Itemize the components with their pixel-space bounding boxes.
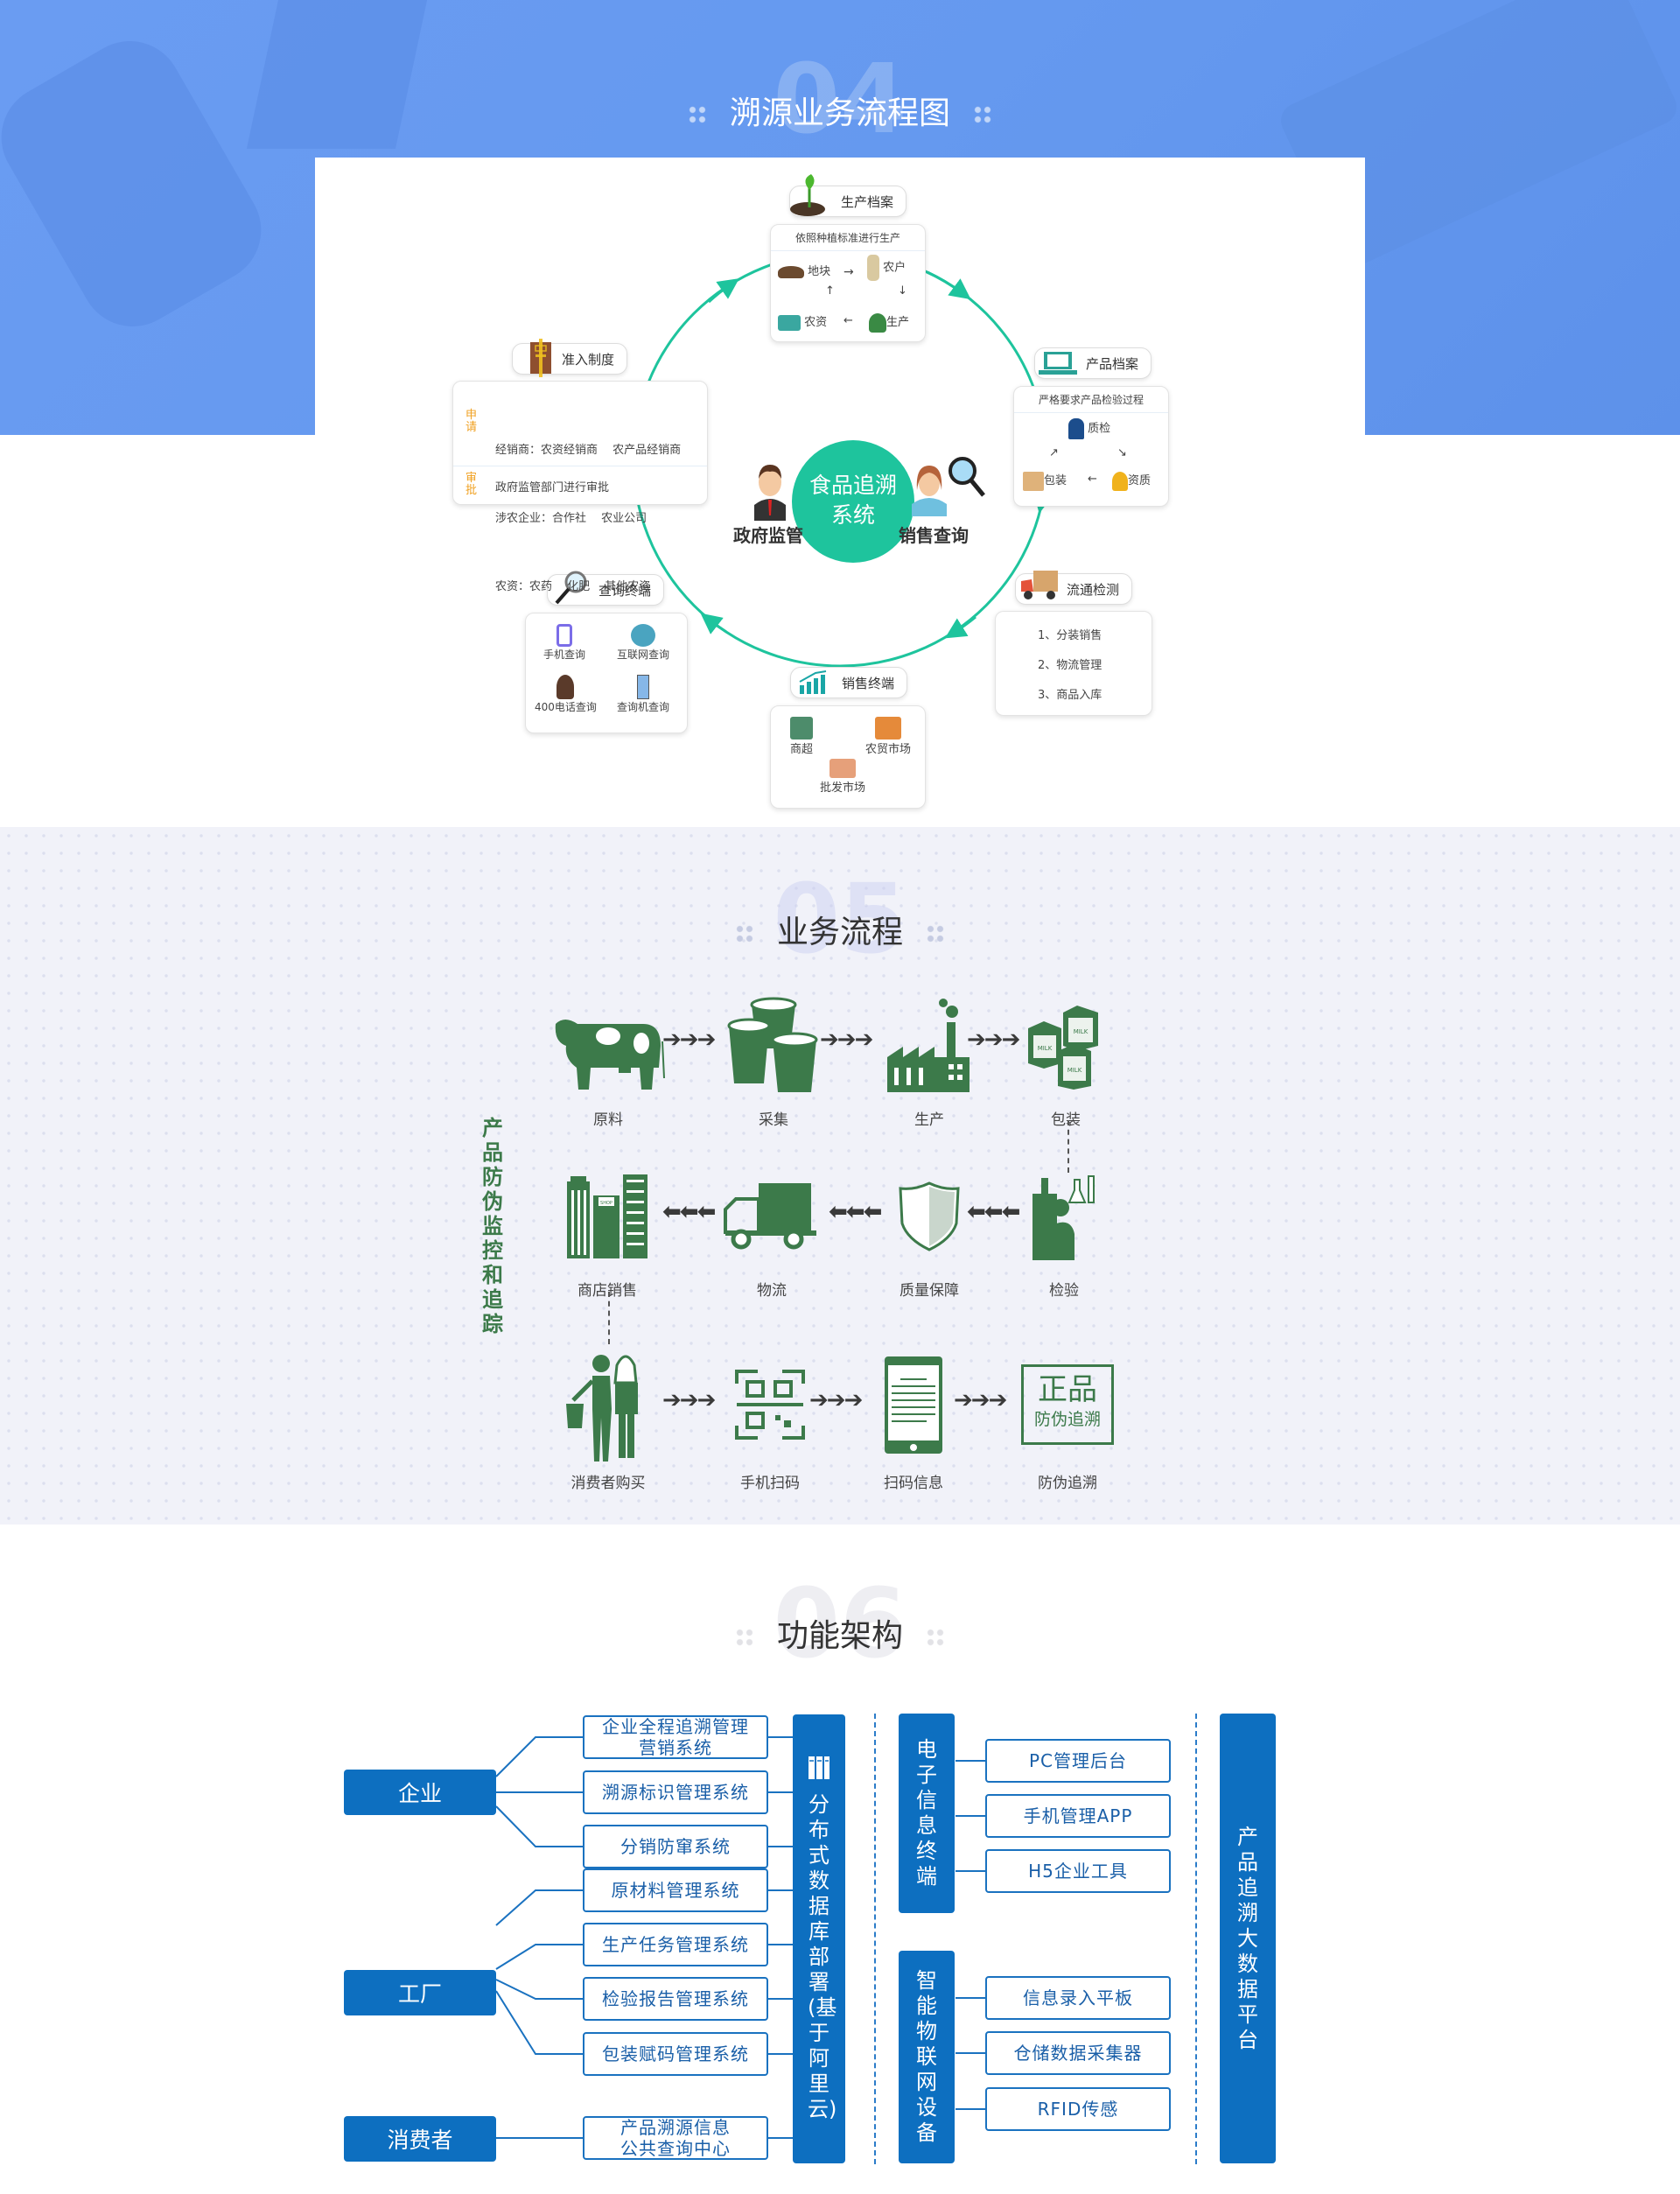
iot-warehouse-collector[interactable]: 仓储数据采集器 [985, 2031, 1171, 2075]
system-production-task-mgmt[interactable]: 生产任务管理系统 [583, 1923, 768, 1966]
divider-dashed [1195, 1714, 1197, 2164]
big-data-platform-bar: 产品追溯大数据平台 [1220, 1714, 1276, 2163]
terminal-mobile-app[interactable]: 手机管理APP [985, 1794, 1171, 1838]
system-enterprise-trace-marketing[interactable]: 企业全程追溯管理 营销系统 [583, 1715, 768, 1759]
divider-dashed [874, 1714, 876, 2164]
distributed-database-bar: 分布式数据库部署(基于阿里云) [793, 1714, 845, 2163]
actor-factory: 工厂 [344, 1970, 496, 2015]
database-bar-text: 分布式数据库部署(基于阿里云) [808, 1792, 837, 2121]
platform-bar-text: 产品追溯大数据平台 [1237, 1824, 1258, 2052]
terminal-pc-admin[interactable]: PC管理后台 [985, 1739, 1171, 1783]
actor-consumer: 消费者 [344, 2116, 496, 2162]
iot-devices-bar: 智能物联网设备 [899, 1951, 955, 2163]
terminal-h5-tool[interactable]: H5企业工具 [985, 1849, 1171, 1893]
system-trace-label-mgmt[interactable]: 溯源标识管理系统 [583, 1770, 768, 1814]
iot-input-tablet[interactable]: 信息录入平板 [985, 1976, 1171, 2020]
system-packaging-coding-mgmt[interactable]: 包装赋码管理系统 [583, 2032, 768, 2076]
iot-bar-text: 智能物联网设备 [916, 1968, 937, 2145]
system-public-query-center[interactable]: 产品溯源信息 公共查询中心 [583, 2116, 768, 2160]
terminal-bar-text: 电子信息终端 [916, 1737, 937, 1889]
actor-enterprise: 企业 [344, 1770, 496, 1815]
system-raw-material-mgmt[interactable]: 原材料管理系统 [583, 1868, 768, 1912]
database-servers-icon [808, 1756, 830, 1779]
iot-rfid-sensor[interactable]: RFID传感 [985, 2087, 1171, 2131]
system-inspection-report-mgmt[interactable]: 检验报告管理系统 [583, 1977, 768, 2021]
system-distribution-anti-diversion[interactable]: 分销防窜系统 [583, 1825, 768, 1868]
electronic-terminal-bar: 电子信息终端 [899, 1714, 955, 1913]
